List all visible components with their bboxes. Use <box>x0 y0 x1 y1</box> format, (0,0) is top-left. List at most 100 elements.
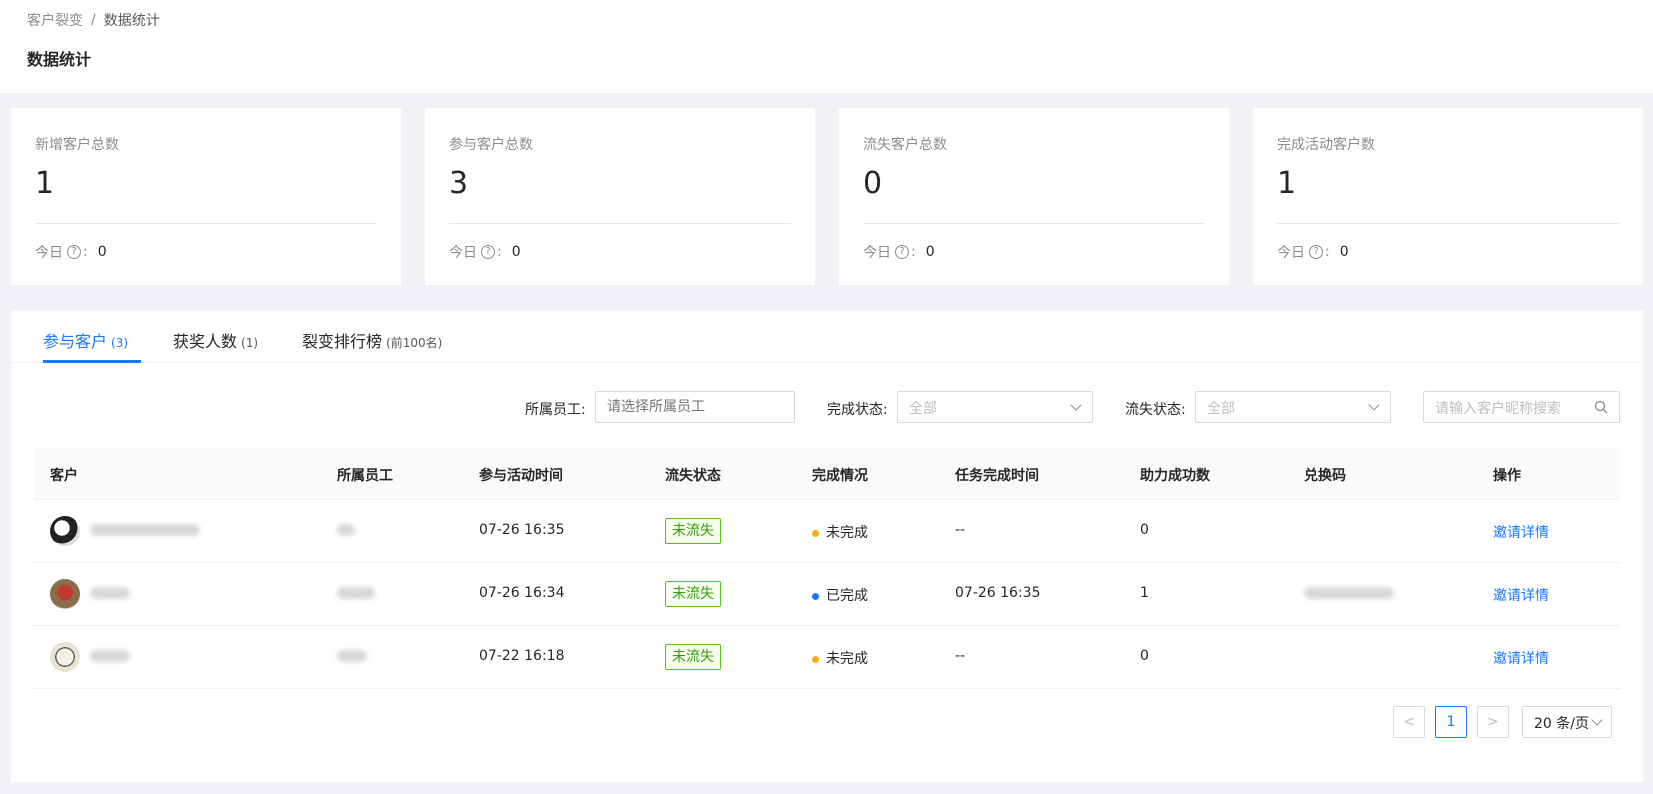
assist-count: 0 <box>1140 648 1149 664</box>
divider <box>449 223 791 224</box>
status-text: 已完成 <box>826 588 868 604</box>
help-icon[interactable]: ? <box>895 245 909 259</box>
prev-page-button[interactable]: < <box>1393 706 1425 738</box>
stat-label: 流失客户总数 <box>863 137 947 153</box>
stat-today: 今日 ? : 0 <box>863 242 935 262</box>
table-header: 客户 所属员工 参与活动时间 流失状态 完成情况 任务完成时间 助力成功数 兑换… <box>34 447 1620 500</box>
stat-label: 新增客户总数 <box>35 137 119 153</box>
stat-card-new: 新增客户总数 1 今日 ? : 0 <box>11 108 401 285</box>
lost-status-select[interactable]: 全部 <box>1195 391 1391 423</box>
breadcrumb-current: 数据统计 <box>103 13 160 29</box>
avatar <box>50 642 80 672</box>
tab-winners[interactable]: 获奖人数 (1) <box>173 328 258 352</box>
lost-status-tag: 未流失 <box>665 581 721 607</box>
join-time: 07-26 16:35 <box>479 522 565 538</box>
filter-bar: 所属员工: 完成状态: 全部 流失状态: 全部 请输入客户昵称搜索 <box>11 391 1643 424</box>
table-row: 07-26 16:34 未流失 已完成 07-26 16:35 1 邀请详情 <box>34 563 1620 626</box>
breadcrumb: 客户裂变 / 数据统计 <box>27 10 160 30</box>
avatar <box>50 516 80 546</box>
complete-status: 已完成 <box>812 585 868 605</box>
staff-filter-label: 所属员工: <box>525 402 586 418</box>
page-size-value: 20 条/页 <box>1534 716 1589 732</box>
column-header: 助力成功数 <box>1140 468 1210 484</box>
stat-value: 1 <box>35 166 55 201</box>
tab-ranking[interactable]: 裂变排行榜 (前100名) <box>302 328 442 352</box>
invite-detail-link[interactable]: 邀请详情 <box>1493 585 1549 605</box>
assist-count: 1 <box>1140 585 1149 601</box>
today-separator: : <box>83 244 88 260</box>
stat-value: 3 <box>449 166 469 201</box>
stat-today: 今日 ? : 0 <box>449 242 521 262</box>
status-dot <box>812 655 819 663</box>
select-value: 全部 <box>909 401 937 417</box>
breadcrumb-separator: / <box>91 12 96 28</box>
stat-card-lost: 流失客户总数 0 今日 ? : 0 <box>839 108 1229 285</box>
page-title: 数据统计 <box>27 50 92 69</box>
tab-label: 裂变排行榜 <box>302 332 383 351</box>
divider <box>863 223 1205 224</box>
participants-table: 客户 所属员工 参与活动时间 流失状态 完成情况 任务完成时间 助力成功数 兑换… <box>34 447 1620 689</box>
today-separator: : <box>911 244 916 260</box>
today-separator: : <box>497 244 502 260</box>
search-icon[interactable] <box>1593 399 1609 415</box>
tab-participants[interactable]: 参与客户 (3) <box>43 328 128 352</box>
help-icon[interactable]: ? <box>1309 245 1323 259</box>
column-header: 客户 <box>50 468 78 484</box>
column-header: 完成情况 <box>812 468 868 484</box>
search-input[interactable]: 请输入客户昵称搜索 <box>1423 391 1620 423</box>
complete-status: 未完成 <box>812 522 868 542</box>
staff-name-blurred <box>337 522 355 538</box>
column-header: 参与活动时间 <box>479 468 563 484</box>
lost-filter-label: 流失状态: <box>1125 402 1186 418</box>
tab-bar: 参与客户 (3) 获奖人数 (1) 裂变排行榜 (前100名) <box>11 310 1643 363</box>
divider <box>1277 223 1619 224</box>
staff-select[interactable] <box>595 391 795 423</box>
today-value: 0 <box>97 244 107 260</box>
stat-value: 1 <box>1277 166 1297 201</box>
today-value: 0 <box>511 244 521 260</box>
tab-count: (1) <box>241 336 259 350</box>
help-icon[interactable]: ? <box>481 245 495 259</box>
tab-count: (3) <box>111 336 129 350</box>
stat-today: 今日 ? : 0 <box>1277 242 1349 262</box>
stat-label: 完成活动客户数 <box>1277 137 1375 153</box>
join-time: 07-22 16:18 <box>479 648 565 664</box>
today-label: 今日 <box>1277 245 1305 261</box>
status-dot <box>812 529 819 537</box>
redeem-code-blurred <box>1304 585 1394 601</box>
lost-status-tag: 未流失 <box>665 518 721 544</box>
stat-value: 0 <box>863 166 883 201</box>
today-separator: : <box>1325 244 1330 260</box>
staff-name-blurred <box>337 585 375 601</box>
today-value: 0 <box>925 244 935 260</box>
tab-label: 参与客户 <box>43 332 108 351</box>
invite-detail-link[interactable]: 邀请详情 <box>1493 522 1549 542</box>
stat-card-completed: 完成活动客户数 1 今日 ? : 0 <box>1253 108 1643 285</box>
breadcrumb-parent[interactable]: 客户裂变 <box>27 10 83 30</box>
column-header: 任务完成时间 <box>955 468 1039 484</box>
page-header: 客户裂变 / 数据统计 数据统计 <box>0 0 1653 93</box>
today-label: 今日 <box>863 245 891 261</box>
chevron-down-icon <box>1368 399 1380 411</box>
page-number-button[interactable]: 1 <box>1435 706 1467 738</box>
staff-name-blurred <box>337 648 367 664</box>
tab-active-indicator <box>43 360 141 363</box>
pagination: < 1 > 20 条/页 <box>11 706 1643 738</box>
complete-filter-label: 完成状态: <box>827 402 888 418</box>
lost-status-tag: 未流失 <box>665 644 721 670</box>
done-time: -- <box>955 522 966 538</box>
done-time: 07-26 16:35 <box>955 585 1041 601</box>
select-value: 全部 <box>1207 401 1235 417</box>
help-icon[interactable]: ? <box>67 245 81 259</box>
next-page-button[interactable]: > <box>1477 706 1509 738</box>
today-label: 今日 <box>449 245 477 261</box>
column-header: 操作 <box>1493 468 1521 484</box>
assist-count: 0 <box>1140 522 1149 538</box>
complete-status-select[interactable]: 全部 <box>897 391 1093 423</box>
page-size-select[interactable]: 20 条/页 <box>1522 706 1612 738</box>
chevron-down-icon <box>1070 399 1082 411</box>
invite-detail-link[interactable]: 邀请详情 <box>1493 648 1549 668</box>
done-time: -- <box>955 648 966 664</box>
tab-count: (前100名) <box>386 336 443 350</box>
customer-name-blurred <box>90 648 130 664</box>
